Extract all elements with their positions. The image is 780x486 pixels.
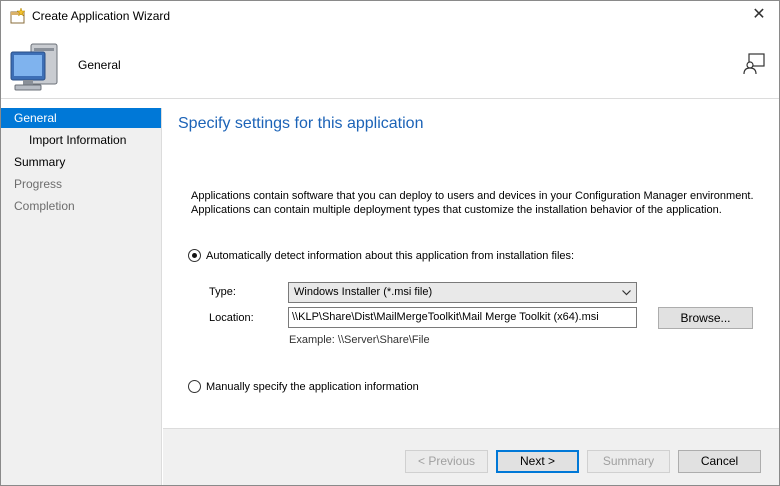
chevron-down-icon [622,290,631,296]
step-progress: Progress [14,177,63,191]
next-button[interactable]: Next > [496,450,579,473]
computer-icon [10,43,58,91]
step-import-information[interactable]: Import Information [1,130,161,150]
type-label: Type: [209,286,236,298]
step-completion: Completion [14,199,75,213]
wizard-window: Create Application Wizard ✕ General Gene… [0,0,780,486]
step-general[interactable]: General [1,108,161,128]
description-line-1: Applications contain software that you c… [191,190,754,202]
location-label: Location: [209,312,254,324]
manual-label: Manually specify the application informa… [206,380,419,393]
browse-button[interactable]: Browse... [658,307,753,329]
close-icon[interactable]: ✕ [751,7,767,23]
summary-button[interactable]: Summary [587,450,670,473]
auto-detect-radio[interactable] [188,249,201,262]
description: Applications contain software that you c… [191,189,771,217]
title-bar: Create Application Wizard ✕ [1,1,779,31]
page-heading: Specify settings for this application [178,115,424,132]
type-select-value: Windows Installer (*.msi file) [294,286,433,298]
wizard-steps: General Import Information Summary Progr… [1,108,162,485]
location-input[interactable]: \\KLP\Share\Dist\MailMergeToolkit\Mail M… [288,307,637,328]
step-summary[interactable]: Summary [1,152,161,172]
cancel-button[interactable]: Cancel [678,450,761,473]
manual-option[interactable]: Manually specify the application informa… [188,380,419,393]
auto-detect-option[interactable]: Automatically detect information about t… [188,249,574,262]
wizard-header: General [1,31,779,99]
main-content: Specify settings for this application Ap… [163,100,779,428]
description-line-2: Applications can contain multiple deploy… [191,204,722,216]
auto-detect-label: Automatically detect information about t… [206,249,575,262]
assistance-icon[interactable] [743,53,765,75]
manual-radio[interactable] [188,380,201,393]
window-title: Create Application Wizard [32,9,171,23]
previous-button[interactable]: < Previous [405,450,488,473]
page-name: General [78,58,121,72]
type-select[interactable]: Windows Installer (*.msi file) [288,282,637,303]
wizard-footer: < Previous Next > Summary Cancel [163,428,779,485]
location-example: Example: \\Server\Share\File [289,334,430,346]
wizard-app-icon [10,8,26,24]
